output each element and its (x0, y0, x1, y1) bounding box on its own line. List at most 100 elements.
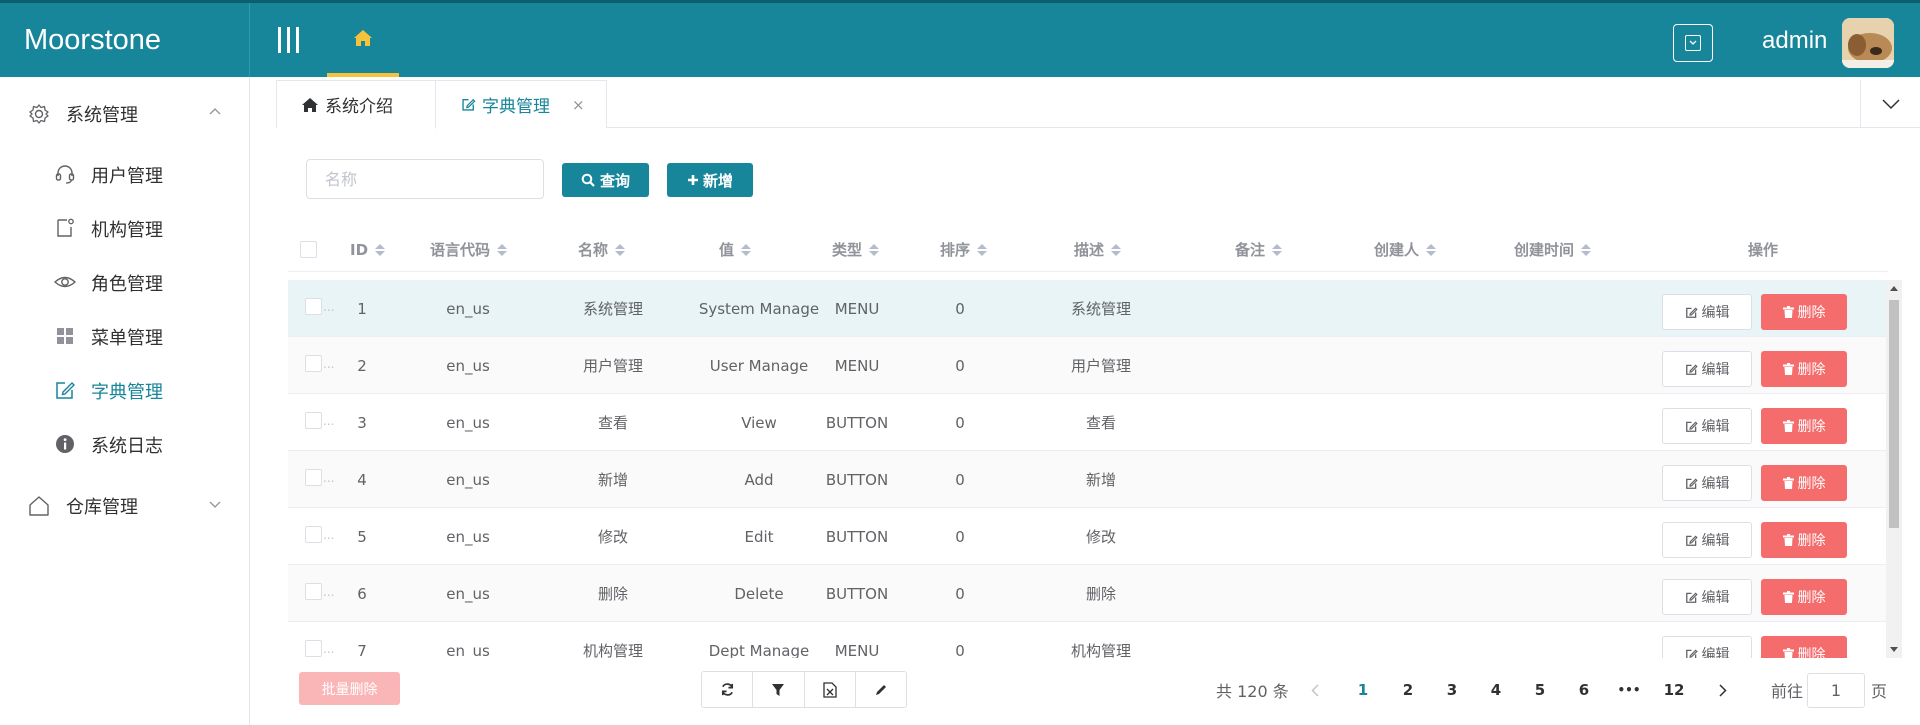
table-row[interactable]: ... 3 en_us 查看 View BUTTON 0 查看 编辑 删除 (288, 394, 1886, 451)
search-input[interactable] (306, 159, 544, 199)
row-checkbox[interactable]: ... (305, 469, 334, 486)
column-header-creator[interactable]: 创建人 (1374, 227, 1437, 272)
row-checkbox[interactable]: ... (305, 640, 334, 657)
cell-lang: en_us (446, 470, 490, 489)
column-header-name[interactable]: 名称 (578, 227, 626, 272)
edit-button[interactable]: 编辑 (1662, 522, 1752, 558)
page-12[interactable]: 12 (1656, 672, 1692, 708)
refresh-icon[interactable] (702, 672, 754, 707)
sort-icon[interactable] (1581, 243, 1592, 256)
excel-export-icon[interactable] (805, 672, 856, 707)
sidebar-item-logs[interactable]: 系统日志 (0, 417, 250, 471)
scrollbar-thumb[interactable] (1889, 300, 1899, 528)
total-count: 共 120 条 (1216, 682, 1289, 701)
column-header-value[interactable]: 值 (719, 227, 752, 272)
delete-button[interactable]: 删除 (1761, 294, 1847, 330)
home-nav-button[interactable] (327, 3, 399, 77)
table-row[interactable]: ... 1 en_us 系统管理 System Manage MENU 0 系统… (288, 280, 1886, 337)
column-header-sort[interactable]: 排序 (940, 227, 988, 272)
scroll-down-icon[interactable] (1890, 647, 1898, 652)
edit-button[interactable]: 编辑 (1662, 408, 1752, 444)
column-header-created[interactable]: 创建时间 (1514, 227, 1592, 272)
sidebar: 系统管理 用户管理 机构管理 角色管理 菜单管理 字典管理 系统日志 仓库管理 (0, 77, 250, 725)
top-header: Moorstone admin (0, 0, 1920, 77)
pencil-icon[interactable] (856, 672, 906, 707)
table-scrollbar[interactable] (1886, 280, 1902, 658)
tabs-menu-button[interactable] (1860, 80, 1920, 128)
page-2[interactable]: 2 (1390, 672, 1426, 708)
row-checkbox[interactable]: ... (305, 355, 334, 372)
sidebar-toggle-icon[interactable] (278, 27, 300, 53)
tab-system-intro[interactable]: 系统介绍 (276, 80, 436, 128)
page-4[interactable]: 4 (1478, 672, 1514, 708)
edit-button[interactable]: 编辑 (1662, 351, 1752, 387)
sidebar-item-users[interactable]: 用户管理 (0, 147, 250, 201)
page-1[interactable]: 1 (1345, 672, 1381, 708)
page-5[interactable]: 5 (1522, 672, 1558, 708)
sidebar-group-warehouse[interactable]: 仓库管理 (0, 477, 250, 533)
cell-desc: 修改 (1085, 528, 1116, 546)
next-page-button[interactable] (1705, 672, 1741, 708)
sort-icon[interactable] (615, 243, 626, 256)
scroll-up-icon[interactable] (1890, 286, 1898, 291)
filter-icon[interactable] (753, 672, 805, 707)
sort-icon[interactable] (1272, 243, 1283, 256)
delete-button[interactable]: 删除 (1761, 522, 1847, 558)
sort-icon[interactable] (1426, 243, 1437, 256)
table-row[interactable]: ... 6 en_us 删除 Delete BUTTON 0 删除 编辑 删除 (288, 565, 1886, 622)
delete-button[interactable]: 删除 (1761, 351, 1847, 387)
sidebar-item-menus[interactable]: 菜单管理 (0, 309, 250, 363)
goto-page-input[interactable] (1807, 673, 1865, 708)
edit-button[interactable]: 编辑 (1662, 294, 1752, 330)
column-header-id[interactable]: ID (350, 227, 386, 272)
edit-button[interactable]: 编辑 (1662, 465, 1752, 501)
row-checkbox[interactable]: ... (305, 412, 334, 429)
cell-desc: 删除 (1085, 585, 1116, 603)
column-header-type[interactable]: 类型 (832, 227, 880, 272)
table-row[interactable]: ... 2 en_us 用户管理 User Manage MENU 0 用户管理… (288, 337, 1886, 394)
table-row[interactable]: ... 7 en_us 机构管理 Dept Manage MENU 0 机构管理… (288, 622, 1886, 658)
sort-icon[interactable] (869, 243, 880, 256)
sort-icon[interactable] (375, 243, 386, 256)
tab-dictionary[interactable]: 字典管理 × (435, 80, 607, 129)
column-header-desc[interactable]: 描述 (1074, 227, 1122, 272)
query-button[interactable]: 查询 (562, 163, 649, 197)
delete-button[interactable]: 删除 (1761, 465, 1847, 501)
username-label[interactable]: admin (1762, 27, 1827, 55)
delete-button[interactable]: 删除 (1761, 579, 1847, 615)
cell-lang: en_us (446, 527, 490, 546)
close-icon[interactable]: × (572, 96, 585, 114)
row-checkbox[interactable]: ... (305, 298, 334, 315)
edit-button[interactable]: 编辑 (1662, 636, 1752, 658)
query-label: 查询 (599, 172, 630, 190)
cell-type: MENU (834, 641, 880, 659)
avatar[interactable] (1842, 18, 1894, 68)
table-row[interactable]: ... 4 en_us 新增 Add BUTTON 0 新增 编辑 删除 (288, 451, 1886, 508)
page-6[interactable]: 6 (1566, 672, 1602, 708)
header-dropdown-button[interactable] (1673, 24, 1713, 62)
sidebar-group-system[interactable]: 系统管理 (0, 85, 250, 141)
sort-icon[interactable] (1111, 243, 1122, 256)
sort-icon[interactable] (741, 243, 752, 256)
home-icon (354, 30, 372, 46)
more-pages[interactable]: ••• (1611, 672, 1647, 708)
row-checkbox[interactable]: ... (305, 583, 334, 600)
table-row[interactable]: ... 5 en_us 修改 Edit BUTTON 0 修改 编辑 删除 (288, 508, 1886, 565)
select-all-checkbox[interactable] (300, 241, 317, 258)
prev-page-button[interactable] (1297, 672, 1333, 708)
row-checkbox[interactable]: ... (305, 526, 334, 543)
sidebar-item-dictionary[interactable]: 字典管理 (0, 363, 250, 417)
add-button[interactable]: 新增 (667, 163, 753, 197)
delete-button[interactable]: 删除 (1761, 408, 1847, 444)
batch-delete-button[interactable]: 批量删除 (299, 672, 400, 705)
edit-button[interactable]: 编辑 (1662, 579, 1752, 615)
sidebar-item-roles[interactable]: 角色管理 (0, 255, 250, 309)
sort-icon[interactable] (977, 243, 988, 256)
delete-button[interactable]: 删除 (1761, 636, 1847, 658)
page-3[interactable]: 3 (1434, 672, 1470, 708)
column-header-lang[interactable]: 语言代码 (430, 227, 508, 272)
sidebar-item-departments[interactable]: 机构管理 (0, 201, 250, 255)
cell-desc: 系统管理 (1070, 300, 1131, 318)
sort-icon[interactable] (497, 243, 508, 256)
column-header-remark[interactable]: 备注 (1235, 227, 1283, 272)
